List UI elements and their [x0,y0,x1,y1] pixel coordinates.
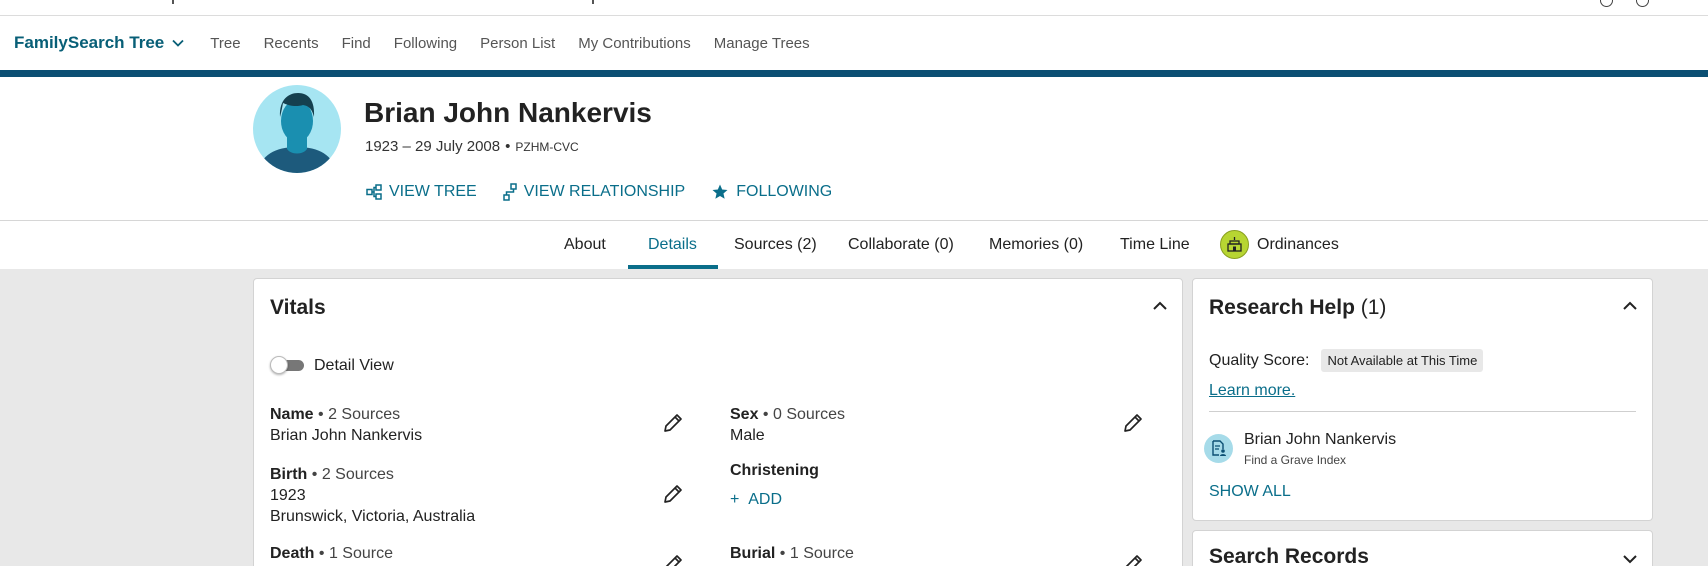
tab-collaborate[interactable]: Collaborate (0) [848,236,954,254]
nav-link-following[interactable]: Following [394,35,457,52]
divider [1209,411,1636,412]
header-divider-bar [0,70,1708,77]
nav-link-tree[interactable]: Tree [210,35,240,52]
top-strip [0,0,1708,16]
vitals-title: Vitals [270,296,326,319]
birth-sources-link[interactable]: • 2 Sources [312,466,394,483]
birth-date: 1923 [270,487,306,504]
birth-field-label: Birth • 2 Sources [270,466,394,484]
burial-field-label: Burial • 1 Source [730,545,854,563]
edit-sex-pencil-icon[interactable] [1121,411,1145,435]
tab-details[interactable]: Details [648,236,697,254]
birth-label: Birth [270,466,308,483]
record-hint-icon [1204,434,1233,463]
death-field-label: Death • 1 Source [270,545,393,563]
research-help-title: Research Help (1) [1209,296,1386,320]
name-value: Brian John Nankervis [270,427,423,444]
add-christening-label: ADD [748,491,783,508]
edit-death-pencil-icon[interactable] [661,552,685,566]
following-label: FOLLOWING [736,183,833,200]
tab-memories[interactable]: Memories (0) [989,236,1083,254]
name-label: Name [270,406,314,423]
nav-link-manage-trees[interactable]: Manage Trees [714,35,810,52]
record-hint-source: Find a Grave Index [1244,453,1347,467]
view-relationship-label: VIEW RELATIONSHIP [523,183,686,200]
search-records-title: Search Records [1209,545,1369,566]
research-help-count: (1) [1360,296,1387,319]
tab-time-line[interactable]: Time Line [1120,236,1190,254]
death-sources-link[interactable]: • 1 Source [319,545,393,562]
person-lifespan: 1923 – 29 July 2008 • PZHM-CVC [365,138,579,155]
view-tree-button[interactable]: VIEW TREE [366,183,477,201]
name-field-label: Name • 2 Sources [270,406,400,424]
add-christening-button[interactable]: + ADD [730,491,782,509]
person-name: Brian John Nankervis [364,97,652,128]
detail-view-toggle[interactable] [270,356,306,374]
plus-icon: + [730,491,740,508]
tab-ordinances[interactable]: Ordinances [1257,236,1339,254]
edit-birth-pencil-icon[interactable] [661,482,685,506]
person-tabs: About Details Sources (2) Collaborate (0… [0,221,1708,269]
person-id: PZHM-CVC [515,140,579,154]
sex-field-label: Sex • 0 Sources [730,406,845,424]
name-sources-link[interactable]: • 2 Sources [318,406,400,423]
detail-view-label: Detail View [314,357,394,374]
top-strip-mark [592,0,594,4]
nav-link-find[interactable]: Find [342,35,371,52]
tree-icon [366,184,382,200]
quality-score-badge: Not Available at This Time [1321,349,1484,372]
christening-field-label: Christening [730,462,819,480]
edit-name-pencil-icon[interactable] [661,411,685,435]
following-button[interactable]: FOLLOWING [711,183,832,201]
person-actions: VIEW TREE VIEW RELATIONSHIP FOLLOWING [366,183,858,201]
quality-score-label: Quality Score: [1209,351,1310,369]
account-icon[interactable] [1600,0,1613,7]
help-icon[interactable] [1636,0,1649,7]
sex-value: Male [730,427,765,444]
top-strip-mark [172,0,174,4]
vitals-card: Vitals Detail View Name • 2 Sources Bria… [253,278,1183,566]
nav-link-recents[interactable]: Recents [264,35,319,52]
death-label: Death [270,545,315,562]
nav-link-my-contributions[interactable]: My Contributions [578,35,691,52]
chevron-up-icon[interactable] [1153,301,1167,310]
nav-link-person-list[interactable]: Person List [480,35,555,52]
tree-menu-label: FamilySearch Tree [14,33,165,52]
star-icon [712,184,728,199]
research-help-card: Research Help (1) Quality Score: Not Ava… [1192,278,1653,521]
record-hint-name-link[interactable]: Brian John Nankervis [1244,431,1396,449]
person-header: Brian John Nankervis 1923 – 29 July 2008… [0,77,1708,221]
temple-icon [1220,230,1249,259]
chevron-down-icon[interactable] [1623,555,1637,564]
search-records-card: Search Records [1192,530,1653,566]
sex-sources-link[interactable]: • 0 Sources [763,406,845,423]
relationship-icon [502,183,517,201]
tree-navigation: FamilySearch Tree Tree Recents Find Foll… [0,16,1708,70]
show-all-button[interactable]: SHOW ALL [1209,483,1291,501]
research-help-label: Research Help [1209,296,1355,319]
chevron-down-icon [172,39,184,47]
lifespan-dates: 1923 – 29 July 2008 [365,138,501,155]
lifespan-separator: • [505,138,511,155]
christening-label: Christening [730,462,819,479]
burial-sources-link[interactable]: • 1 Source [780,545,854,562]
tab-about[interactable]: About [564,236,606,254]
learn-more-link[interactable]: Learn more. [1209,382,1295,400]
edit-burial-pencil-icon[interactable] [1121,552,1145,566]
chevron-up-icon[interactable] [1623,301,1637,310]
tab-sources[interactable]: Sources (2) [734,236,817,254]
sex-label: Sex [730,406,759,423]
view-relationship-button[interactable]: VIEW RELATIONSHIP [502,183,686,201]
view-tree-label: VIEW TREE [389,183,477,200]
avatar [253,85,341,173]
tree-menu-button[interactable]: FamilySearch Tree [14,33,184,53]
toggle-knob [270,356,288,374]
quality-score: Quality Score: Not Available at This Tim… [1209,349,1484,372]
burial-label: Burial [730,545,776,562]
person-silhouette-icon [257,93,337,173]
birth-place: Brunswick, Victoria, Australia [270,508,476,525]
